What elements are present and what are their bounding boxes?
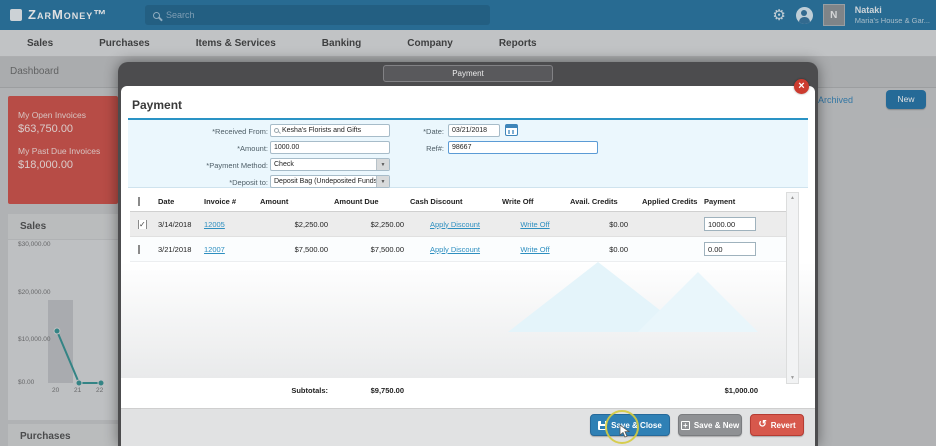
write-off-link[interactable]: Write Off [500,245,568,254]
revert-button[interactable]: ↺ Revert [750,414,804,436]
save-and-new-label: Save & New [694,421,739,430]
subtotals-label: Subtotals: [258,386,332,395]
invoice-link[interactable]: 12007 [202,245,258,254]
chevron-down-icon: ▼ [376,176,389,187]
row-date: 3/21/2018 [156,245,202,254]
received-from-input[interactable]: Kesha's Florists and Gifts [270,124,390,137]
table-row: 3/14/2018 12005 $2,250.00 $2,250.00 Appl… [130,212,786,237]
date-value: 03/21/2018 [452,127,487,134]
amount-label: *Amount: [130,144,268,153]
subtotal-amount: $9,750.00 [332,386,408,395]
row-avail-credits: $0.00 [568,245,640,254]
payment-method-label: *Payment Method: [130,161,268,170]
lookup-icon [274,128,279,133]
row-checkbox[interactable] [138,245,140,254]
ref-label: Ref#: [378,144,444,153]
background-watermark [488,254,768,334]
apply-discount-link[interactable]: Apply Discount [408,245,500,254]
save-and-new-button[interactable]: + Save & New [678,414,742,436]
select-all-checkbox[interactable] [138,197,140,206]
subtotal-payment: $1,000.00 [702,386,786,395]
deposit-to-value: Deposit Bag (Undeposited Funds) [274,178,379,185]
mouse-cursor [619,424,631,438]
row-amount-due: $7,500.00 [332,245,408,254]
col-cash-discount: Cash Discount [408,197,500,206]
modal-tab-title: Payment [383,65,553,82]
col-applied-credits: Applied Credits [640,197,702,206]
invoice-table-header: Date Invoice # Amount Amount Due Cash Di… [130,192,786,212]
payment-method-select[interactable]: Check ▼ [270,158,390,171]
payment-form: *Received From: Kesha's Florists and Gif… [128,118,808,188]
plus-icon: + [681,421,690,430]
scroll-down-icon[interactable]: ▼ [787,375,798,381]
ref-input[interactable]: 98667 [448,141,598,154]
write-off-link[interactable]: Write Off [500,220,568,229]
chevron-down-icon: ▼ [376,159,389,170]
payment-amount-input[interactable]: 1000.00 [704,217,756,231]
date-input[interactable]: 03/21/2018 [448,124,500,137]
col-avail-credits: Avail. Credits [568,197,640,206]
payment-method-value: Check [274,161,294,168]
payment-amount-input[interactable]: 0.00 [704,242,756,256]
row-date: 3/14/2018 [156,220,202,229]
scroll-up-icon[interactable]: ▲ [787,195,798,201]
col-amount: Amount [258,197,332,206]
col-payment: Payment [702,197,786,206]
close-icon[interactable]: × [794,79,809,94]
received-from-value: Kesha's Florists and Gifts [282,127,361,134]
col-date: Date [156,197,202,206]
received-from-label: *Received From: [130,127,268,136]
col-amount-due: Amount Due [332,197,408,206]
ref-value: 98667 [452,144,471,151]
revert-icon: ↺ [758,420,766,430]
invoice-link[interactable]: 12005 [202,220,258,229]
row-amount: $7,500.00 [258,245,332,254]
payment-modal: Payment × Payment *Received From: Kesha'… [118,62,818,446]
revert-label: Revert [771,421,796,430]
deposit-to-select[interactable]: Deposit Bag (Undeposited Funds) ▼ [270,175,390,188]
subtotals-row: Subtotals: $9,750.00 $1,000.00 [130,378,786,402]
row-amount: $2,250.00 [258,220,332,229]
apply-discount-link[interactable]: Apply Discount [408,220,500,229]
table-scrollbar[interactable]: ▲ ▼ [786,192,799,384]
table-row: 3/21/2018 12007 $7,500.00 $7,500.00 Appl… [130,237,786,262]
deposit-to-label: *Deposit to: [130,178,268,187]
row-amount-due: $2,250.00 [332,220,408,229]
app-screen: ZarMoney™ Search ⚙ N Nataki Maria's Hous… [0,0,936,446]
col-write-off: Write Off [500,197,568,206]
col-invoice: Invoice # [202,197,258,206]
modal-heading: Payment [132,98,182,112]
row-avail-credits: $0.00 [568,220,640,229]
calendar-icon[interactable] [505,124,518,136]
date-label: *Date: [378,127,444,136]
amount-input[interactable]: 1000.00 [270,141,390,154]
row-checkbox[interactable] [138,220,147,229]
amount-value: 1000.00 [274,144,299,151]
